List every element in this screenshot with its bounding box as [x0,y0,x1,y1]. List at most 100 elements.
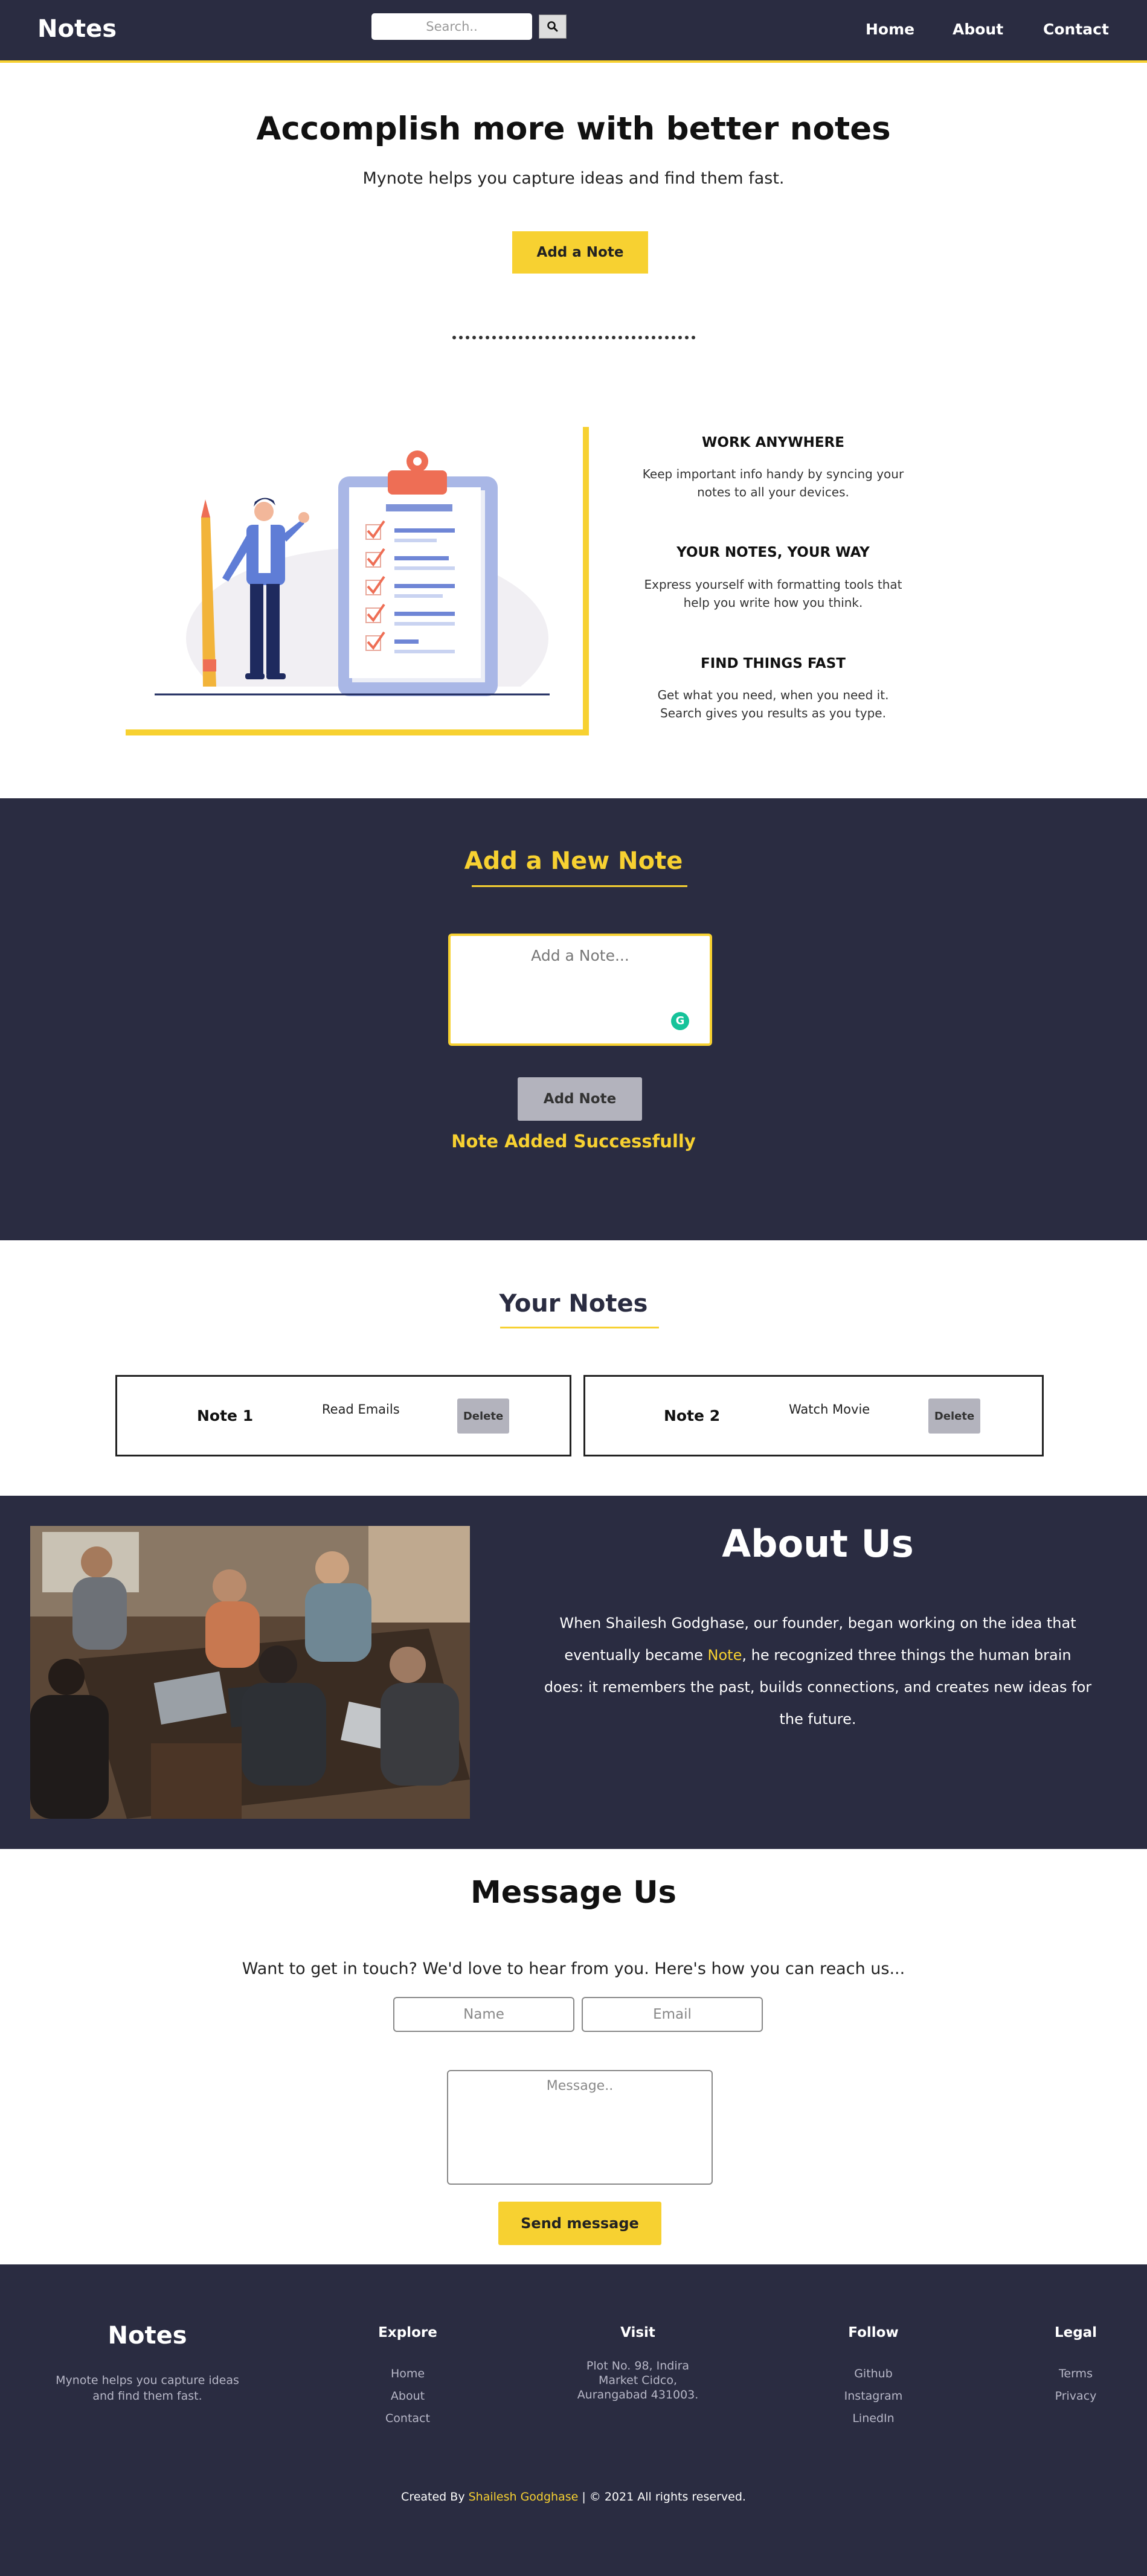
footer-address-line: Market Cidco, [598,2374,678,2387]
divider-dot [558,336,562,339]
divider-dot [538,336,542,339]
divider-dot [518,336,522,339]
feature-title-your-notes-your-way: YOUR NOTES, YOUR WAY [676,545,870,560]
divider-dot [658,336,662,339]
divider-dot [678,336,682,339]
notes-illustration [120,421,583,729]
feature-text-your-notes-your-way: Express yourself with formatting tools t… [644,577,902,610]
about-text: When Shailesh Godghase, our founder, beg… [544,1607,1092,1735]
search-icon [547,21,558,32]
copyright-suffix: | © 2021 All rights reserved. [578,2490,746,2504]
divider-dot [684,336,689,339]
feature-text-find-things-fast: Get what you need, when you need it. Sea… [657,688,889,720]
footer-follow-title: Follow [848,2325,899,2341]
footer-link-home[interactable]: Home [335,2363,480,2385]
grammarly-icon[interactable]: G [671,1012,689,1030]
divider-dot [605,336,609,339]
note-name: Note 1 [197,1407,254,1424]
divider-dot [465,336,469,339]
divider-dot [452,336,456,339]
footer-brand: Notes [108,2322,187,2350]
feature-text-work-anywhere: Keep important info handy by syncing you… [642,467,904,499]
add-note-underline [472,885,687,887]
your-notes-underline [500,1327,659,1328]
divider-dot [598,336,602,339]
divider-dot [591,336,596,339]
email-field[interactable] [582,1997,763,2032]
divider-dot [492,336,496,339]
divider-dot [505,336,509,339]
feature-title-work-anywhere: WORK ANYWHERE [702,435,844,450]
divider-dot [651,336,655,339]
feature-title-find-things-fast: FIND THINGS FAST [701,656,846,671]
message-textarea[interactable] [447,2070,713,2185]
footer-link-instagram[interactable]: Instagram [801,2385,946,2408]
author-link[interactable]: Shailesh Godghase [469,2490,579,2504]
copyright: Created By Shailesh Godghase | © 2021 Al… [0,2490,1147,2504]
team-photo [30,1526,470,1819]
divider-dot [565,336,569,339]
divider-dot [545,336,549,339]
footer-link-privacy[interactable]: Privacy [1003,2385,1147,2408]
search-button[interactable] [539,14,567,39]
divider-dot [664,336,669,339]
divider-dot [551,336,556,339]
add-note-button[interactable]: Add Note [518,1077,642,1121]
note-card: Note 1 Read Emails Delete [115,1375,571,1456]
divider-dot [485,336,489,339]
divider-dot [478,336,483,339]
footer-link-linkedin[interactable]: LinedIn [801,2408,946,2430]
divider-dot [472,336,476,339]
divider-dot [512,336,516,339]
nav-link-home[interactable]: Home [866,21,914,38]
footer-address-line: Plot No. 98, Indira [586,2359,690,2373]
note-card: Note 2 Watch Movie Delete [583,1375,1044,1456]
note-textarea[interactable] [448,934,712,1046]
divider-dot [625,336,629,339]
divider-dot [571,336,576,339]
copyright-prefix: Created By [401,2490,469,2504]
note-body: Watch Movie [789,1402,870,1417]
footer-address-line: Aurangabad 431003. [577,2388,699,2401]
footer-tagline: Mynote helps you capture ideas and find … [56,2374,239,2403]
hero-title: Accomplish more with better notes [256,111,891,147]
footer-link-contact[interactable]: Contact [335,2408,480,2430]
send-message-button[interactable]: Send message [498,2202,661,2245]
nav-link-contact[interactable]: Contact [1043,21,1109,38]
divider-dot [498,336,503,339]
footer-link-github[interactable]: Github [801,2363,946,2385]
note-added-status: Note Added Successfully [451,1131,696,1152]
hero-subtitle: Mynote helps you capture ideas and find … [362,169,785,188]
footer-link-terms[interactable]: Terms [1003,2363,1147,2385]
divider-dot [644,336,649,339]
divider-dot [611,336,615,339]
add-a-note-button[interactable]: Add a Note [512,231,648,274]
divider-dot [691,336,695,339]
footer-explore-title: Explore [378,2325,437,2341]
delete-note-button[interactable]: Delete [928,1399,980,1434]
your-notes-title: Your Notes [499,1290,648,1318]
divider-dot [585,336,589,339]
search-input[interactable] [371,13,532,40]
message-us-title: Message Us [470,1875,677,1911]
about-title: About Us [722,1522,914,1566]
note-name: Note 2 [664,1407,721,1424]
divider-dot [638,336,642,339]
divider-dot [671,336,675,339]
divider-dot [618,336,622,339]
brand-logo[interactable]: Notes [37,15,117,43]
message-subtitle: Want to get in touch? We'd love to hear … [242,1959,905,1978]
about-highlight-note: Note [707,1647,742,1664]
divider-dot [578,336,582,339]
divider-dot [532,336,536,339]
divider-dot [458,336,463,339]
footer-legal-title: Legal [1054,2325,1097,2341]
nav-link-about[interactable]: About [953,21,1003,38]
note-body: Read Emails [322,1402,400,1417]
name-field[interactable] [393,1997,574,2032]
delete-note-button[interactable]: Delete [457,1399,509,1434]
footer-link-about[interactable]: About [335,2385,480,2408]
dotted-divider [0,336,1147,339]
divider-dot [631,336,635,339]
divider-dot [525,336,529,339]
